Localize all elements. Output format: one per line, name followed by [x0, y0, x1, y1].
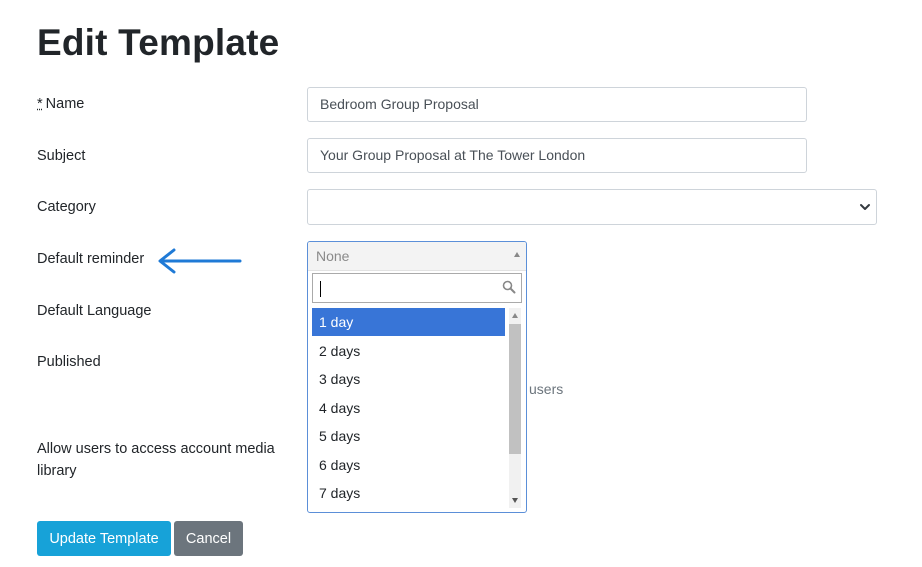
name-label: * Name	[37, 96, 84, 112]
text-cursor	[320, 281, 321, 297]
name-label-text: Name	[45, 96, 85, 112]
dropdown-options-list: 1 day 2 days 3 days 4 days 5 days 6 days…	[312, 308, 509, 508]
dropdown-option[interactable]: 5 days	[312, 422, 505, 450]
arrow-left-icon	[158, 248, 242, 274]
subject-input[interactable]: Your Group Proposal at The Tower London	[307, 138, 807, 173]
published-hint-partial: users	[529, 381, 564, 397]
page-title: Edit Template	[37, 22, 280, 63]
update-template-button[interactable]: Update Template	[37, 521, 171, 556]
default-language-label: Default Language	[37, 303, 152, 319]
dropdown-option[interactable]: 7 days	[312, 479, 505, 507]
media-library-label-line2: library	[37, 463, 77, 479]
name-input[interactable]: Bedroom Group Proposal	[307, 87, 807, 122]
dropdown-option[interactable]: 1 day	[312, 308, 505, 336]
dropdown-option[interactable]: 4 days	[312, 394, 505, 422]
published-label: Published	[37, 354, 101, 370]
category-select[interactable]	[307, 189, 877, 225]
required-mark: *	[37, 96, 43, 112]
dropdown-search-input[interactable]	[312, 273, 522, 303]
caret-up-icon	[514, 252, 520, 257]
category-label: Category	[37, 199, 96, 215]
search-icon	[502, 280, 516, 294]
dropdown-option[interactable]: 6 days	[312, 451, 505, 479]
dropdown-scrollbar[interactable]	[509, 308, 521, 508]
dropdown-option[interactable]: 2 days	[312, 337, 505, 365]
chevron-down-icon	[860, 204, 870, 210]
subject-label: Subject	[37, 148, 86, 164]
default-reminder-selected: None	[316, 248, 350, 264]
default-reminder-dropdown[interactable]: None 1 day 2 days 3 days 4 days 5 days 6…	[307, 241, 527, 513]
scroll-up-icon[interactable]	[512, 313, 518, 318]
media-library-label: Allow users to access account media	[37, 441, 275, 457]
cancel-button[interactable]: Cancel	[174, 521, 243, 556]
scroll-thumb[interactable]	[509, 324, 521, 454]
scroll-down-icon[interactable]	[512, 498, 518, 503]
default-reminder-label: Default reminder	[37, 251, 145, 267]
default-reminder-select[interactable]: None	[308, 242, 526, 271]
dropdown-option[interactable]: 3 days	[312, 365, 505, 393]
